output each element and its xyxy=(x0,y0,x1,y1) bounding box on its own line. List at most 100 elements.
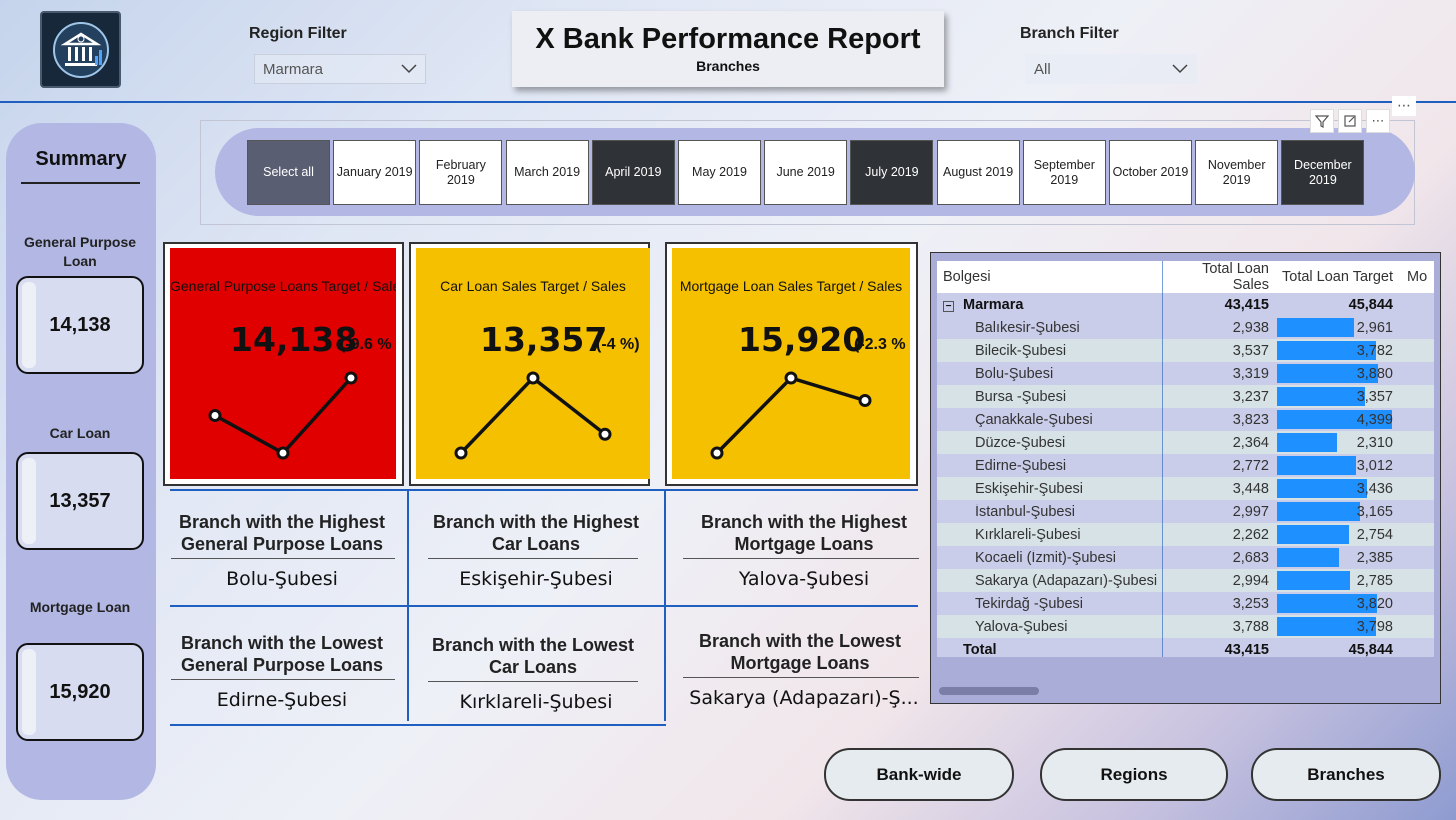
more-options-icon[interactable]: ⋯ xyxy=(1392,96,1416,116)
summary-label-car: Car Loan xyxy=(49,425,111,441)
branch-name: Yalova-Şubesi xyxy=(975,618,1068,635)
sales-cell: 3,319 xyxy=(1232,365,1269,382)
collapse-icon[interactable]: − xyxy=(943,300,954,312)
highest-car-value: Eskişehir-Şubesi xyxy=(459,568,613,590)
branch-name: Kocaeli (İzmit)-Şubesi xyxy=(975,549,1117,566)
trend-line xyxy=(459,375,607,455)
trend-line xyxy=(214,376,353,456)
target-cell: 3,798 xyxy=(1277,615,1401,638)
kpi-trend-line xyxy=(208,371,358,460)
target-cell: 2,785 xyxy=(1277,569,1401,592)
table-group-row[interactable]: − Marmara 43,415 45,844 xyxy=(937,293,1434,316)
target-cell: 4,399 xyxy=(1277,408,1401,431)
month-button[interactable]: April 2019 xyxy=(591,140,675,205)
col-header-sales[interactable]: Total Loan Sales xyxy=(1163,261,1277,293)
branch-name: İstanbul-Şubesi xyxy=(975,503,1075,520)
target-cell: 2,754 xyxy=(1277,523,1401,546)
branch-name: Çanakkale-Şubesi xyxy=(975,411,1093,428)
month-button[interactable]: November 2019 xyxy=(1195,140,1279,205)
target-cell: 3,820 xyxy=(1277,592,1401,615)
bankwide-button[interactable]: Bank-wide xyxy=(824,748,1014,801)
region-filter-value: Marmara xyxy=(263,60,324,78)
target-bar xyxy=(1277,525,1349,544)
target-cell: 2,385 xyxy=(1277,546,1401,569)
sales-cell: 2,994 xyxy=(1232,572,1269,589)
month-button[interactable]: December 2019 xyxy=(1281,140,1365,205)
target-cell: 3,782 xyxy=(1277,339,1401,362)
table-row[interactable]: Tekirdağ -Şubesi 3,253 3,820 xyxy=(937,592,1434,615)
lowest-car-value: Kırklareli-Şubesi xyxy=(459,691,613,713)
divider xyxy=(171,679,395,680)
month-button[interactable]: May 2019 xyxy=(678,140,761,205)
month-button[interactable]: February 2019 xyxy=(419,140,503,205)
col-header-target[interactable]: Total Loan Target xyxy=(1277,261,1401,293)
horizontal-scrollbar[interactable] xyxy=(937,686,1434,696)
sales-cell: 2,938 xyxy=(1232,319,1269,336)
table-row[interactable]: Çanakkale-Şubesi 3,823 4,399 xyxy=(937,408,1434,431)
month-button[interactable]: March 2019 xyxy=(505,140,589,205)
trend-point xyxy=(784,371,798,385)
target-cell: 3,436 xyxy=(1277,477,1401,500)
table-row[interactable]: Sakarya (Adapazarı)-Şubesi 2,994 2,785 xyxy=(937,569,1434,592)
highest-mortgage-value: Yalova-Şubesi xyxy=(738,568,870,590)
regions-button[interactable]: Regions xyxy=(1040,748,1228,801)
branch-name: Tekirdağ -Şubesi xyxy=(975,595,1083,612)
target-bar xyxy=(1277,433,1338,452)
group-name: Marmara xyxy=(963,296,1024,313)
branch-filter-dropdown[interactable]: All xyxy=(1025,54,1197,84)
table-row[interactable]: Balıkesir-Şubesi 2,938 2,961 xyxy=(937,316,1434,339)
table-total-row: Total 43,415 45,844 xyxy=(937,638,1434,657)
kpi-card-car: Car Loan Sales Target / Sales 13,357 (-4 %… xyxy=(416,248,650,479)
trend-point xyxy=(208,409,222,422)
summary-title: Summary xyxy=(35,148,127,170)
sales-cell: 2,683 xyxy=(1232,549,1269,566)
branch-name: Sakarya (Adapazarı)-Şubesi xyxy=(975,572,1158,589)
table-row[interactable]: Bursa -Şubesi 3,237 3,357 xyxy=(937,385,1434,408)
highest-general-title: Branch with the Highest General Purpose … xyxy=(178,512,385,554)
month-select-all[interactable]: Select all xyxy=(247,140,330,205)
table-row[interactable]: Kırklareli-Şubesi 2,262 2,754 xyxy=(937,523,1434,546)
summary-label-general: General Purpose Loan xyxy=(23,234,137,269)
scrollbar-thumb[interactable] xyxy=(939,687,1039,695)
table-row[interactable]: Yalova-Şubesi 3,788 3,798 xyxy=(937,615,1434,638)
month-button[interactable]: September 2019 xyxy=(1022,140,1106,205)
more-options-icon[interactable]: ⋯ xyxy=(1366,109,1390,133)
branch-name: Düzce-Şubesi xyxy=(975,434,1066,451)
col-header-bolgesi[interactable]: Bolgesi xyxy=(937,269,1163,285)
table-row[interactable]: Kocaeli (İzmit)-Şubesi 2,683 2,385 xyxy=(937,546,1434,569)
trend-line xyxy=(715,376,866,455)
table-row[interactable]: İstanbul-Şubesi 2,997 3,165 xyxy=(937,500,1434,523)
month-button[interactable]: June 2019 xyxy=(764,140,848,205)
month-button[interactable]: August 2019 xyxy=(936,140,1020,205)
table-row[interactable]: Bolu-Şubesi 3,319 3,880 xyxy=(937,362,1434,385)
col-header-more[interactable]: Mo xyxy=(1401,269,1434,285)
bank-logo xyxy=(40,11,121,88)
summary-card-mortgage: 15,920 xyxy=(16,643,144,741)
branch-name: Bursa -Şubesi xyxy=(975,388,1067,405)
table-row[interactable]: Bilecik-Şubesi 3,537 3,782 xyxy=(937,339,1434,362)
highest-car-title: Branch with the Highest Car Loans xyxy=(432,512,639,554)
kpi-trend-line xyxy=(710,371,872,460)
table-row[interactable]: Düzce-Şubesi 2,364 2,310 xyxy=(937,431,1434,454)
target-cell: 3,012 xyxy=(1277,454,1401,477)
month-button[interactable]: July 2019 xyxy=(850,140,934,205)
month-button[interactable]: October 2019 xyxy=(1109,140,1192,205)
table-row[interactable]: Eskişehir-Şubesi 3,448 3,436 xyxy=(937,477,1434,500)
chevron-down-icon xyxy=(1172,64,1188,74)
trend-point xyxy=(276,446,290,460)
chevron-down-icon xyxy=(401,64,417,74)
sales-cell: 3,448 xyxy=(1232,480,1269,497)
branches-button[interactable]: Branches xyxy=(1251,748,1441,801)
target-bar xyxy=(1277,502,1360,521)
group-target: 45,844 xyxy=(1348,296,1393,313)
summary-label-mortgage: Mortgage Loan xyxy=(29,599,131,615)
table-row[interactable]: Edirne-Şubesi 2,772 3,012 xyxy=(937,454,1434,477)
summary-card-car: 13,357 xyxy=(16,452,144,550)
table-column-divider xyxy=(1162,261,1163,657)
branch-name: Edirne-Şubesi xyxy=(975,457,1067,474)
highest-mortgage-title: Branch with the Highest Mortgage Loans xyxy=(700,512,907,554)
month-button[interactable]: January 2019 xyxy=(333,140,417,205)
region-filter-dropdown[interactable]: Marmara xyxy=(254,54,426,84)
filter-icon[interactable] xyxy=(1310,109,1334,133)
focus-mode-icon[interactable] xyxy=(1338,109,1362,133)
